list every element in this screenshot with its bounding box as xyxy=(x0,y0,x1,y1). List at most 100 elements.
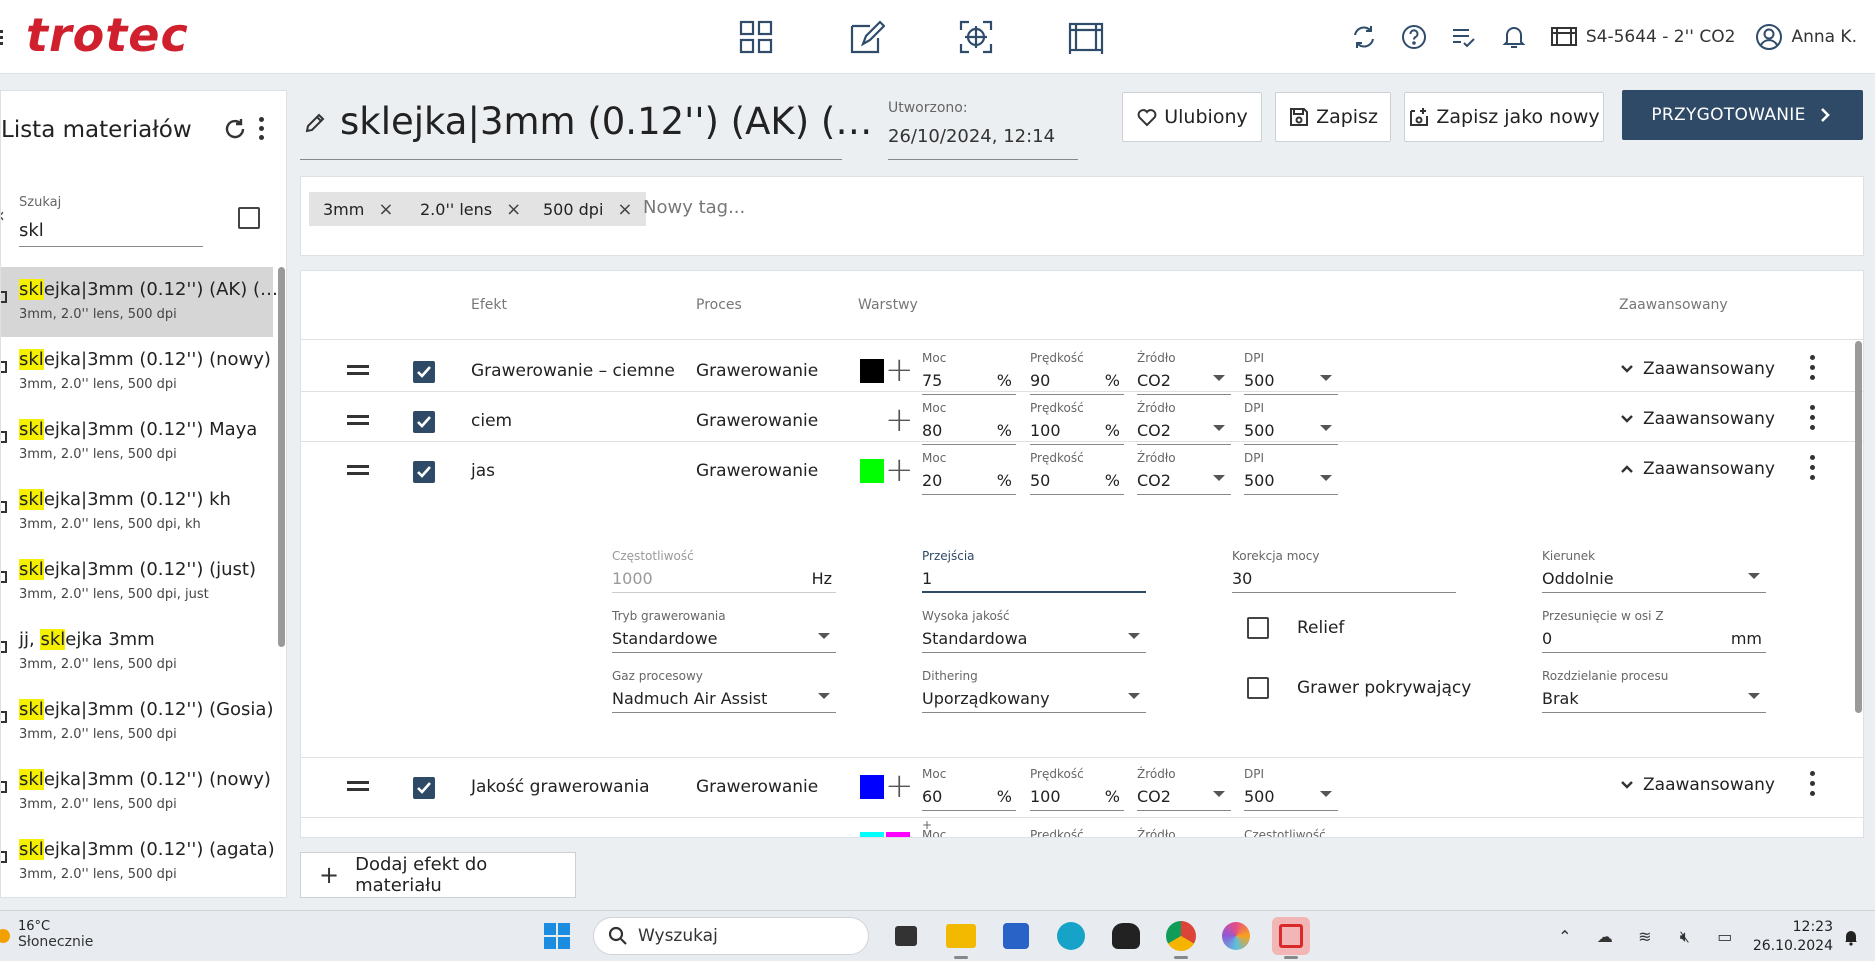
volume-muted-icon[interactable]: 🔇︎ xyxy=(1673,925,1697,949)
clock[interactable]: 12:23 26.10.2024 xyxy=(1753,918,1833,956)
notifications-button[interactable] xyxy=(1500,23,1528,51)
save-button[interactable]: Zapisz xyxy=(1275,92,1391,142)
inkscape-button[interactable] xyxy=(1107,917,1145,955)
start-button[interactable] xyxy=(538,917,576,955)
cover-engrave-checkbox[interactable] xyxy=(1247,677,1269,699)
item-checkbox[interactable] xyxy=(1,291,7,303)
refresh-button[interactable] xyxy=(223,117,247,141)
effect-enabled-checkbox[interactable] xyxy=(413,411,435,433)
list-item[interactable]: jj, sklejka 3mm 3mm, 2.0'' lens, 500 dpi xyxy=(1,617,273,687)
more-options-icon[interactable] xyxy=(1810,771,1816,801)
design-button[interactable] xyxy=(838,14,894,60)
more-options-icon[interactable] xyxy=(1810,455,1816,485)
speed-field[interactable]: Prędkość 50% xyxy=(1030,451,1124,495)
list-item[interactable]: sklejka|3mm (0.12'') (Gosia) 3mm, 2.0'' l… xyxy=(1,687,274,757)
snipping-tool-button[interactable] xyxy=(1272,917,1310,959)
more-options-icon[interactable] xyxy=(1810,355,1816,385)
task-view-button[interactable] xyxy=(887,917,925,955)
add-layer-plus-icon[interactable]: + xyxy=(885,769,914,803)
process-split-select[interactable]: Rozdzielanie procesu Brak xyxy=(1542,669,1766,713)
high-quality-select[interactable]: Wysoka jakość Standardowa xyxy=(922,609,1146,653)
chevron-up-icon[interactable]: ⌃ xyxy=(1553,925,1577,949)
tag-chip[interactable]: 2.0'' lens × xyxy=(406,192,536,226)
layer-color-swatch[interactable] xyxy=(860,459,884,483)
tag-chip[interactable]: 3mm × xyxy=(309,192,408,226)
chrome-button[interactable] xyxy=(1162,917,1200,959)
list-item[interactable]: sklejka|3mm (0.12'') (AK) (… 3mm, 2.0'' l… xyxy=(1,267,278,337)
relief-checkbox[interactable] xyxy=(1247,617,1269,639)
dashboard-button[interactable] xyxy=(728,14,784,60)
advanced-toggle[interactable]: Zaawansowany xyxy=(1619,775,1775,795)
effect-enabled-checkbox[interactable] xyxy=(413,361,435,383)
trotec-logo[interactable]: trotec xyxy=(26,8,189,62)
new-tag-input[interactable]: Nowy tag... xyxy=(643,197,745,218)
position-button[interactable] xyxy=(948,14,1004,60)
notification-bell-icon[interactable] xyxy=(1841,927,1861,947)
item-checkbox[interactable] xyxy=(1,711,7,723)
effect-enabled-checkbox[interactable] xyxy=(413,461,435,483)
close-icon[interactable]: × xyxy=(617,199,632,220)
favorite-button[interactable]: Ulubiony xyxy=(1122,92,1262,142)
process-gas-select[interactable]: Gaz procesowy Nadmuch Air Assist xyxy=(612,669,836,713)
sync-button[interactable] xyxy=(1350,23,1378,51)
layer-color-swatch[interactable] xyxy=(860,359,884,383)
item-checkbox[interactable] xyxy=(1,641,7,653)
dpi-select[interactable]: DPI 500 xyxy=(1244,767,1338,811)
source-select[interactable]: Źródło CO2 xyxy=(1137,351,1231,395)
cover-engrave-checkbox-row[interactable]: Grawer pokrywający xyxy=(1247,677,1471,699)
layer-color-swatch[interactable] xyxy=(860,832,884,837)
cloud-offline-icon[interactable]: ☁ xyxy=(1593,925,1617,949)
user-menu[interactable]: Anna K. xyxy=(1755,23,1857,51)
item-checkbox[interactable] xyxy=(1,501,7,513)
add-layer-plus-icon[interactable]: + xyxy=(885,353,914,387)
effect-enabled-checkbox[interactable] xyxy=(413,777,435,799)
drag-handle-icon[interactable] xyxy=(347,365,369,379)
list-item[interactable]: sklejka|3mm (0.12'') Maya 3mm, 2.0'' lens… xyxy=(1,407,273,477)
z-offset-field[interactable]: Przesunięcie w osi Z 0 mm xyxy=(1542,609,1766,653)
power-field[interactable]: Moc 80% xyxy=(922,401,1016,445)
list-item[interactable]: sklejka|3mm (0.12'') (just) 3mm, 2.0'' le… xyxy=(1,547,273,617)
passes-field[interactable]: Przejścia 1 xyxy=(922,549,1146,593)
power-field[interactable]: Moc 60% xyxy=(922,767,1016,811)
weather-widget[interactable]: 16°C Słonecznie xyxy=(0,919,93,950)
engrave-mode-select[interactable]: Tryb grawerowania Standardowe xyxy=(612,609,836,653)
effects-scrollbar[interactable] xyxy=(1855,341,1862,713)
layer-color-swatch[interactable] xyxy=(886,832,910,837)
taskbar-search[interactable]: Wyszukaj xyxy=(593,917,869,955)
photos-button[interactable] xyxy=(1217,917,1255,955)
list-item[interactable]: sklejka|3mm (0.12'') (nowy) 3mm, 2.0'' le… xyxy=(1,757,273,827)
chevron-left-icon[interactable]: ‹ xyxy=(1,203,5,227)
advanced-toggle[interactable]: Zaawansowany xyxy=(1619,409,1775,429)
help-button[interactable] xyxy=(1400,23,1428,51)
advanced-toggle[interactable]: Zaawansowany xyxy=(1619,359,1775,379)
speed-field[interactable]: Prędkość 100% xyxy=(1030,767,1124,811)
file-explorer-button[interactable] xyxy=(942,917,980,959)
item-checkbox[interactable] xyxy=(1,781,7,793)
close-icon[interactable]: × xyxy=(506,199,521,220)
item-checkbox[interactable] xyxy=(1,361,7,373)
layer-color-swatch[interactable] xyxy=(860,775,884,799)
menu-dots-icon[interactable] xyxy=(0,30,4,48)
more-options-icon[interactable] xyxy=(257,117,267,143)
battery-icon[interactable]: ▭ xyxy=(1713,925,1737,949)
dpi-select[interactable]: DPI 500 xyxy=(1244,401,1338,445)
relief-checkbox-row[interactable]: Relief xyxy=(1247,617,1344,639)
more-options-icon[interactable] xyxy=(1810,405,1816,435)
speed-field[interactable]: Prędkość 100% xyxy=(1030,401,1124,445)
search-input[interactable] xyxy=(19,215,203,247)
source-select[interactable]: Źródło CO2 xyxy=(1137,401,1231,445)
tag-chip[interactable]: 500 dpi × xyxy=(529,192,647,226)
drag-handle-icon[interactable] xyxy=(347,465,369,479)
dpi-select[interactable]: DPI 500 xyxy=(1244,451,1338,495)
save-as-new-button[interactable]: Zapisz jako nowy xyxy=(1404,92,1604,142)
source-select[interactable]: Źródło CO2 xyxy=(1137,767,1231,811)
list-item[interactable]: sklejka|3mm (0.12'') kh 3mm, 2.0'' lens, … xyxy=(1,477,273,547)
item-checkbox[interactable] xyxy=(1,431,7,443)
advanced-toggle[interactable]: Zaawansowany xyxy=(1619,459,1775,479)
material-name-field[interactable]: sklejka|3mm (0.12'') (AK) (… xyxy=(300,96,872,160)
machine-view-button[interactable] xyxy=(1058,14,1114,60)
drag-handle-icon[interactable] xyxy=(347,415,369,429)
prepare-button[interactable]: PRZYGOTOWANIE xyxy=(1622,90,1863,140)
close-icon[interactable]: × xyxy=(378,199,393,220)
list-item[interactable]: sklejka|3mm (0.12'') (agata) 3mm, 2.0'' l… xyxy=(1,827,275,897)
